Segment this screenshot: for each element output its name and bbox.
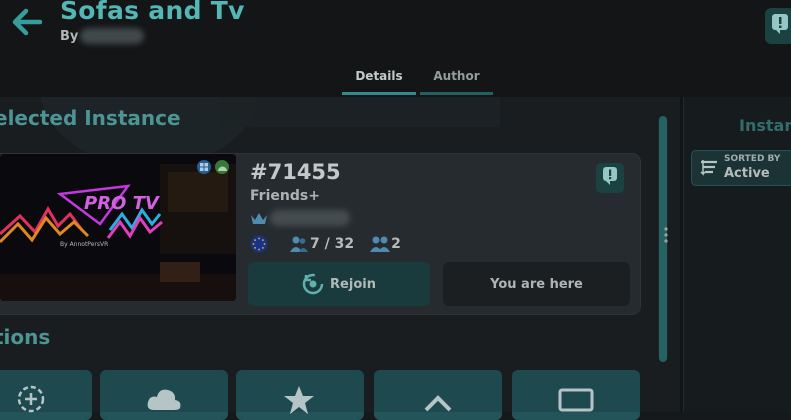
report-icon <box>771 13 789 39</box>
action-button-upload[interactable] <box>374 370 502 420</box>
instances-panel-title: Instanc <box>739 116 791 135</box>
rejoin-icon <box>302 273 324 295</box>
friends-icon <box>370 235 391 253</box>
author-name-redacted <box>80 28 144 44</box>
instance-thumbnail: PRO TV By AnnotPersVR <box>0 154 236 301</box>
star-icon <box>282 384 316 420</box>
windows-icon <box>197 160 211 174</box>
sort-label: SORTED BY <box>724 154 781 164</box>
rejoin-label: Rejoin <box>330 276 376 292</box>
author-byline: By <box>60 29 79 44</box>
thumbnail-logo: PRO TV <box>84 193 161 214</box>
instance-meta: 7 / 32 2 <box>250 234 401 254</box>
panel-drag-handle[interactable] <box>664 226 668 244</box>
monitor-icon <box>558 388 594 418</box>
cloud-download-icon <box>146 386 182 418</box>
friend-count: 2 <box>391 236 401 252</box>
add-icon <box>16 384 46 418</box>
chevron-up-icon <box>422 392 454 416</box>
report-instance-button[interactable] <box>596 163 624 193</box>
instance-id: #71455 <box>250 160 341 184</box>
you-are-here-button: You are here <box>443 262 630 306</box>
action-button-download[interactable] <box>100 370 228 420</box>
world-title: Sofas and Tv <box>60 0 245 25</box>
platform-icons <box>197 160 229 174</box>
android-icon <box>215 160 229 174</box>
tab-details[interactable]: Details <box>342 66 416 95</box>
section-title-selected-instance: elected Instance <box>0 106 181 130</box>
thumbnail-credit: By AnnotPersVR <box>60 241 108 248</box>
player-count: 7 / 32 <box>310 236 355 252</box>
instance-access-type: Friends+ <box>250 188 320 204</box>
section-title-actions: tions <box>0 325 51 349</box>
report-icon <box>602 166 618 190</box>
region-eu-icon <box>250 235 268 253</box>
sort-value: Active <box>724 166 770 181</box>
back-arrow-icon[interactable] <box>10 6 44 38</box>
tab-author[interactable]: Author <box>420 66 493 95</box>
crown-icon <box>250 210 268 229</box>
action-button-display[interactable] <box>512 370 640 420</box>
sort-icon <box>700 159 718 181</box>
action-button-favorite[interactable] <box>236 370 364 420</box>
action-button-add[interactable] <box>0 370 92 420</box>
players-icon <box>290 235 308 253</box>
rejoin-button[interactable]: Rejoin <box>248 262 430 306</box>
owner-name-redacted <box>270 210 350 226</box>
sort-dropdown[interactable]: SORTED BY Active <box>691 150 791 186</box>
instances-side-panel <box>683 97 791 412</box>
report-world-button[interactable] <box>765 8 791 44</box>
